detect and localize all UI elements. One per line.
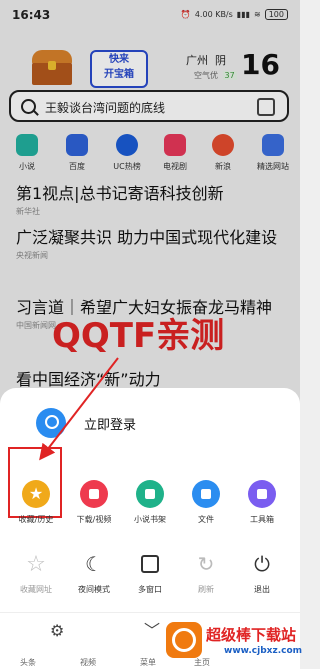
gear-icon[interactable]: ⚙ xyxy=(50,621,64,640)
logo-title: 超级棒下载站 xyxy=(206,626,297,644)
multi-window-button[interactable]: 多窗口 xyxy=(122,550,178,595)
site-logo: 超级棒下载站 www.cjbxz.com xyxy=(166,622,302,664)
toolbox-button[interactable]: 工具箱 xyxy=(234,480,290,525)
nav-menu[interactable]: 菜单 xyxy=(140,657,156,668)
novel-shelf-button[interactable]: 小说书架 xyxy=(122,480,178,525)
bookmark-url-button[interactable]: ☆ 收藏网址 xyxy=(8,550,64,595)
favorites-history-button[interactable]: ★ 收藏/历史 xyxy=(8,480,64,525)
refresh-button[interactable]: ↻ 刷新 xyxy=(178,550,234,595)
logo-e-icon xyxy=(166,622,202,658)
avatar xyxy=(36,408,66,438)
download-video-button[interactable]: 下载/视频 xyxy=(66,480,122,525)
files-button[interactable]: 文件 xyxy=(178,480,234,525)
book-icon xyxy=(136,480,164,508)
chevron-down-icon[interactable]: ﹀ xyxy=(144,617,160,641)
login-label: 立即登录 xyxy=(84,417,137,433)
folder-icon xyxy=(192,480,220,508)
star-add-icon: ☆ xyxy=(26,551,46,577)
logo-url: www.cjbxz.com xyxy=(224,646,303,656)
login-row[interactable]: 立即登录 xyxy=(36,408,136,438)
window-icon xyxy=(136,550,164,578)
exit-button[interactable]: ⏻ 退出 xyxy=(234,550,290,595)
power-icon: ⏻ xyxy=(254,552,270,576)
nav-video[interactable]: 视频 xyxy=(80,657,96,668)
download-icon xyxy=(80,480,108,508)
night-mode-button[interactable]: ☾ 夜间模式 xyxy=(66,550,122,595)
toolbox-icon xyxy=(248,480,276,508)
star-icon: ★ xyxy=(22,480,50,508)
moon-icon: ☾ xyxy=(85,552,103,576)
nav-headlines[interactable]: 头条 xyxy=(20,657,36,668)
refresh-icon: ↻ xyxy=(197,552,215,576)
